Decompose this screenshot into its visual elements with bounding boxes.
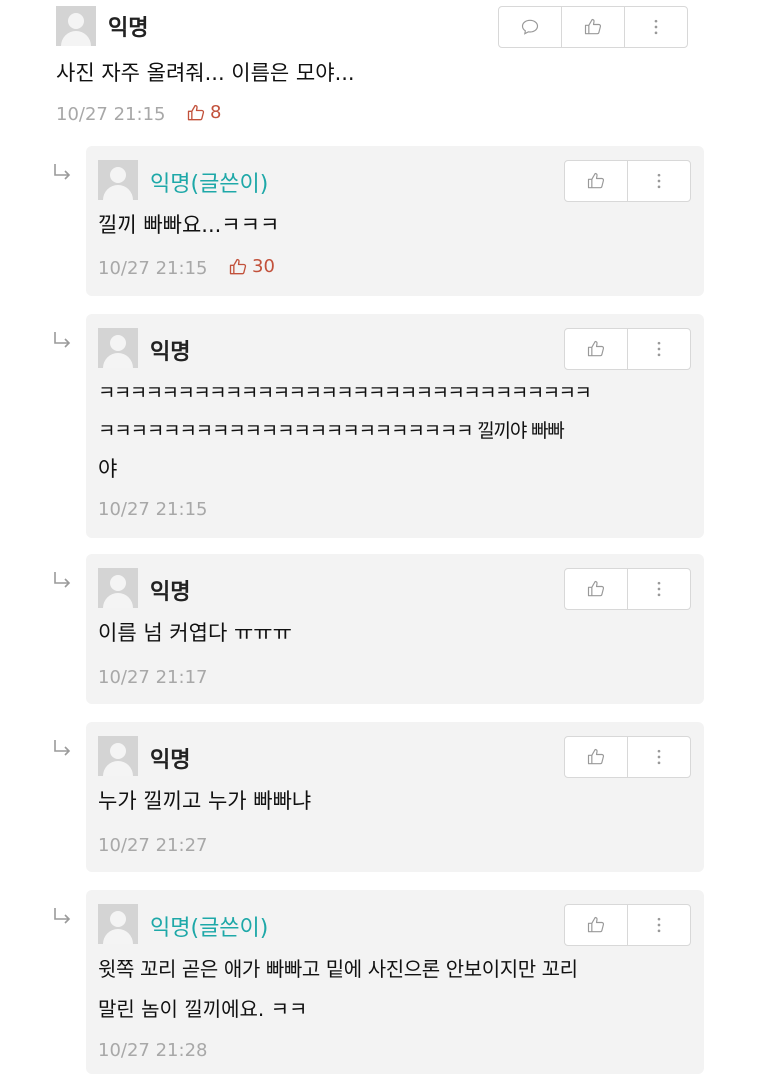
more-button[interactable] xyxy=(627,737,690,777)
reply-text-line: 이름 넘 커엽다 ㅠㅠㅠ xyxy=(98,621,292,645)
reply-time: 10/27 21:27 xyxy=(98,835,208,856)
avatar xyxy=(98,328,138,368)
comment-time: 10/27 21:15 xyxy=(56,104,166,125)
reply-time: 10/27 21:15 xyxy=(98,499,208,520)
reply-likes: 30 xyxy=(228,256,275,277)
reply-text-line: 누가 낄끼고 누가 빠빠냐 xyxy=(98,789,312,813)
avatar xyxy=(98,904,138,944)
like-count: 30 xyxy=(252,256,275,277)
reply-text-line: 윗쪽 꼬리 곧은 애가 빠빠고 밑에 사진으론 안보이지만 꼬리 xyxy=(98,957,578,981)
comment-actions xyxy=(498,6,688,48)
thumbs-up-icon xyxy=(587,340,605,357)
more-vertical-icon xyxy=(657,581,661,597)
like-button[interactable] xyxy=(565,161,627,201)
reply-author: 익명 xyxy=(150,748,191,773)
avatar xyxy=(98,568,138,608)
reply-actions xyxy=(564,568,691,610)
thumbs-up-icon xyxy=(587,916,605,933)
more-vertical-icon xyxy=(657,173,661,189)
comment-likes: 8 xyxy=(186,102,221,123)
reply-arrow-icon xyxy=(52,330,74,350)
more-vertical-icon xyxy=(657,341,661,357)
like-button[interactable] xyxy=(565,569,627,609)
thumbs-up-icon xyxy=(584,18,602,35)
thumbs-up-icon xyxy=(187,104,205,120)
avatar xyxy=(98,736,138,776)
more-button[interactable] xyxy=(624,7,687,47)
reply-author: 익명 xyxy=(150,340,191,365)
reply-author: 익명(글쓴이) xyxy=(150,916,269,941)
thumbs-up-icon xyxy=(587,748,605,765)
avatar xyxy=(56,6,96,46)
reply-author: 익명 xyxy=(150,580,191,605)
like-button[interactable] xyxy=(565,737,627,777)
reply-actions xyxy=(564,904,691,946)
like-count: 8 xyxy=(210,102,222,123)
reply-text-line: ㅋㅋㅋㅋㅋㅋㅋㅋㅋㅋㅋㅋㅋㅋㅋㅋㅋㅋㅋㅋㅋㅋㅋ 낄끼야 빠빠 xyxy=(98,420,565,442)
more-button[interactable] xyxy=(627,569,690,609)
comment-icon xyxy=(521,19,539,35)
reply-text-line: ㅋㅋㅋㅋㅋㅋㅋㅋㅋㅋㅋㅋㅋㅋㅋㅋㅋㅋㅋㅋㅋㅋㅋㅋㅋㅋㅋㅋㅋㅋㅋ xyxy=(98,382,592,404)
like-button[interactable] xyxy=(561,7,624,47)
like-button[interactable] xyxy=(565,905,627,945)
reply-text-line: 야 xyxy=(98,457,118,481)
reply-arrow-icon xyxy=(52,906,74,926)
reply-time: 10/27 21:28 xyxy=(98,1040,208,1061)
thumbs-up-icon xyxy=(587,580,605,597)
reply-time: 10/27 21:15 xyxy=(98,258,208,279)
more-button[interactable] xyxy=(627,161,690,201)
more-button[interactable] xyxy=(627,905,690,945)
reply-arrow-icon xyxy=(52,570,74,590)
thumbs-up-icon xyxy=(587,172,605,189)
reply-actions xyxy=(564,736,691,778)
reply-author: 익명(글쓴이) xyxy=(150,172,269,197)
reply-button[interactable] xyxy=(499,7,561,47)
more-vertical-icon xyxy=(654,19,658,35)
more-vertical-icon xyxy=(657,917,661,933)
reply-text-line: 낄끼 빠빠요...ㅋㅋㅋ xyxy=(98,213,280,237)
more-button[interactable] xyxy=(627,329,690,369)
reply-arrow-icon xyxy=(52,162,74,182)
reply-time: 10/27 21:17 xyxy=(98,667,208,688)
reply-actions xyxy=(564,328,691,370)
more-vertical-icon xyxy=(657,749,661,765)
like-button[interactable] xyxy=(565,329,627,369)
reply-arrow-icon xyxy=(52,738,74,758)
thumbs-up-icon xyxy=(229,258,247,274)
avatar xyxy=(98,160,138,200)
comment-text: 사진 자주 올려줘... 이름은 모야... xyxy=(56,61,355,85)
reply-text-line: 말린 놈이 낄끼에요. ㅋㅋ xyxy=(98,997,308,1021)
comment-author: 익명 xyxy=(108,16,149,41)
reply-actions xyxy=(564,160,691,202)
